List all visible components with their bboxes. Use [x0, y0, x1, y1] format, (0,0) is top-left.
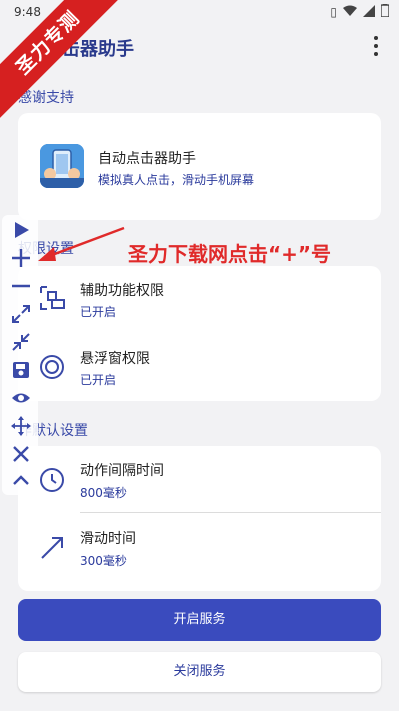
promo-arrow-icon	[38, 226, 125, 261]
promo-text: 圣力下载网点击“+”号	[128, 242, 332, 266]
